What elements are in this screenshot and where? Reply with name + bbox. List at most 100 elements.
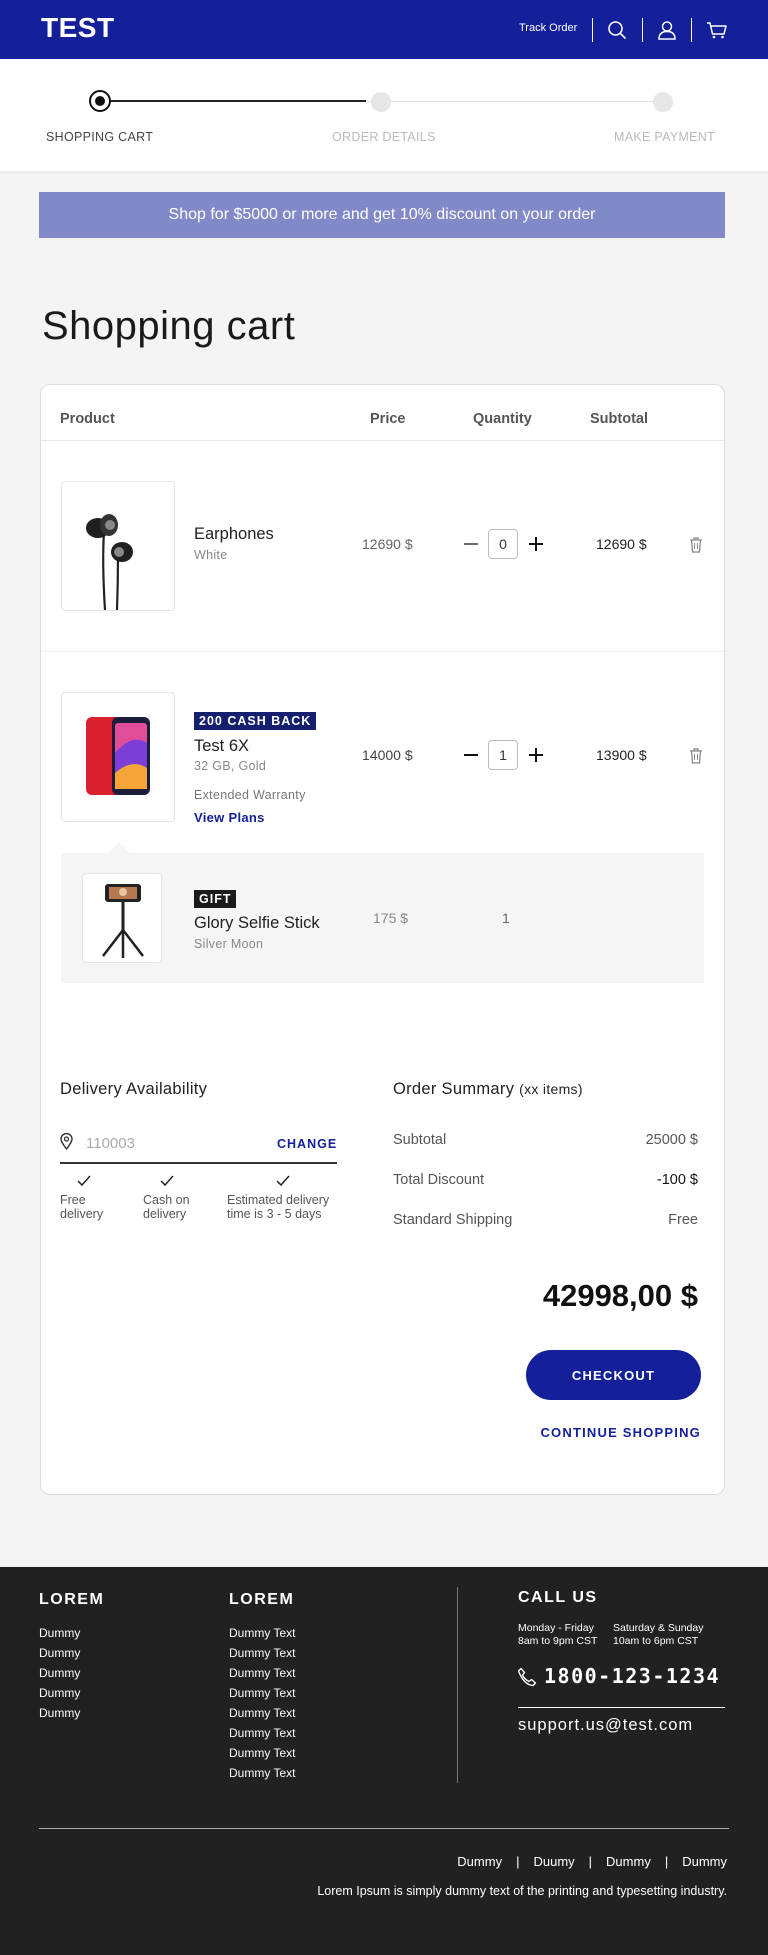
header-divider [691,18,692,42]
footer-link[interactable]: Dummy Text [229,1683,295,1703]
hours-weekdays: Monday - Friday 8am to 9pm CST [518,1622,597,1648]
step-label-details: ORDER DETAILS [332,130,436,144]
cashback-badge: 200 CASH BACK [194,712,317,730]
hours-text: 8am to 9pm CST [518,1635,598,1647]
checkout-button[interactable]: CHECKOUT [526,1350,701,1400]
gift-name: Glory Selfie Stick [194,914,320,932]
quantity-input[interactable]: 1 [488,740,518,770]
location-pin-icon [60,1132,73,1155]
quantity-input[interactable]: 0 [488,529,518,559]
footer-col1-links: Dummy Dummy Dummy Dummy Dummy [39,1623,80,1723]
trash-icon[interactable] [689,748,703,769]
divider [41,440,724,441]
decrease-qty-button[interactable] [462,746,480,764]
footer-copyright: Lorem Ipsum is simply dummy text of the … [317,1884,727,1898]
gift-price: 175 $ [373,910,409,926]
footer-bottom-links: Dummy | Duumy | Dummy | Dummy [457,1854,727,1869]
trash-icon[interactable] [689,537,703,558]
gift-badge: GIFT [194,890,237,908]
footer-heading: LOREM [39,1591,105,1608]
checkout-stepper [0,59,768,171]
footer-divider [457,1587,458,1783]
separator: | [664,1854,669,1869]
feature-cash-on-delivery: Cash on delivery [143,1193,190,1222]
footer-link[interactable]: Dummy Text [229,1763,295,1783]
feature-line: Free [60,1193,86,1207]
footer-link[interactable]: Dummy [39,1683,80,1703]
track-order-link[interactable]: Track Order [519,22,577,34]
footer-link[interactable]: Dummy Text [229,1643,295,1663]
footer-link[interactable]: Dummy [39,1703,80,1723]
check-icon [160,1173,174,1191]
step-marker [653,92,673,112]
logo[interactable]: TEST [41,12,115,44]
pincode-underline [60,1162,337,1164]
footer-heading: LOREM [229,1591,295,1608]
change-pincode-button[interactable]: CHANGE [277,1137,337,1151]
footer-link[interactable]: Dummy [39,1623,80,1643]
footer-link[interactable]: Dummy Text [229,1703,295,1723]
summary-items-count: (xx items) [519,1081,583,1097]
pincode-input[interactable]: 110003 [86,1135,135,1152]
summary-label: Total Discount [393,1172,485,1188]
product-subtotal: 13900 $ [596,747,647,763]
continue-shopping-link[interactable]: CONTINUE SHOPPING [540,1425,701,1440]
summary-title-text: Order Summary [393,1080,515,1098]
decrease-qty-button[interactable] [462,535,480,553]
feature-line: Cash on [143,1193,190,1207]
feature-line: time is 3 - 5 days [227,1207,322,1222]
footer-link[interactable]: Dummy [39,1643,80,1663]
user-icon[interactable] [653,16,681,44]
feature-estimated-delivery: Estimated delivery time is 3 - 5 days [227,1193,329,1222]
col-header-price: Price [370,411,406,427]
divider [41,651,724,652]
footer-link[interactable]: Dummy Text [229,1623,295,1643]
product-variant: White [194,548,228,562]
order-summary-title: Order Summary (xx items) [393,1080,583,1099]
footer-bottom-link[interactable]: Duumy [533,1854,574,1869]
search-icon[interactable] [603,16,631,44]
footer-bottom-link[interactable]: Dummy [682,1854,727,1869]
footer-link[interactable]: Dummy Text [229,1723,295,1743]
footer-link[interactable]: Dummy [39,1663,80,1683]
delivery-title: Delivery Availability [60,1080,208,1098]
col-header-subtotal: Subtotal [590,411,648,427]
summary-value: -100 $ [656,1172,698,1188]
feature-line: Estimated delivery [227,1193,330,1207]
footer-bottom-link[interactable]: Dummy [606,1854,651,1869]
product-name[interactable]: Earphones [194,525,274,544]
summary-label: Standard Shipping [393,1212,513,1228]
check-icon [77,1173,91,1191]
view-plans-link[interactable]: View Plans [194,810,265,825]
product-image-earphones[interactable] [61,481,175,611]
step-marker-active [89,90,111,112]
footer-col2-links: Dummy Text Dummy Text Dummy Text Dummy T… [229,1623,295,1783]
footer-link[interactable]: Dummy Text [229,1743,295,1763]
product-image-phone[interactable] [61,692,175,822]
footer-link[interactable]: Dummy Text [229,1663,295,1683]
increase-qty-button[interactable] [527,746,545,764]
hours-text: 10am to 6pm CST [613,1635,699,1647]
support-email[interactable]: support.us@test.com [518,1716,693,1735]
summary-value: 25000 $ [645,1132,698,1148]
phone-icon [517,1667,537,1692]
footer-bottom-link[interactable]: Dummy [457,1854,502,1869]
step-label-cart: SHOPPING CART [46,130,154,144]
col-header-product: Product [60,411,115,427]
stepper-track-line [366,101,662,102]
gift-image-selfie-stick [82,873,162,963]
increase-qty-button[interactable] [527,535,545,553]
footer-bottom-rule [39,1828,729,1829]
discount-banner: Shop for $5000 or more and get 10% disco… [39,192,725,238]
step-marker [371,92,391,112]
product-name[interactable]: Test 6X [194,737,249,756]
stepper-progress-line [110,100,366,102]
product-variant: 32 GB, Gold [194,759,267,773]
hours-text: Monday - Friday [518,1622,594,1634]
separator: | [516,1854,520,1869]
cart-icon[interactable] [703,16,731,44]
footer-rule [518,1707,725,1708]
phone-number[interactable]: 1800-123-1234 [544,1664,720,1688]
step-label-payment: MAKE PAYMENT [614,130,716,144]
gift-qty: 1 [502,910,510,926]
